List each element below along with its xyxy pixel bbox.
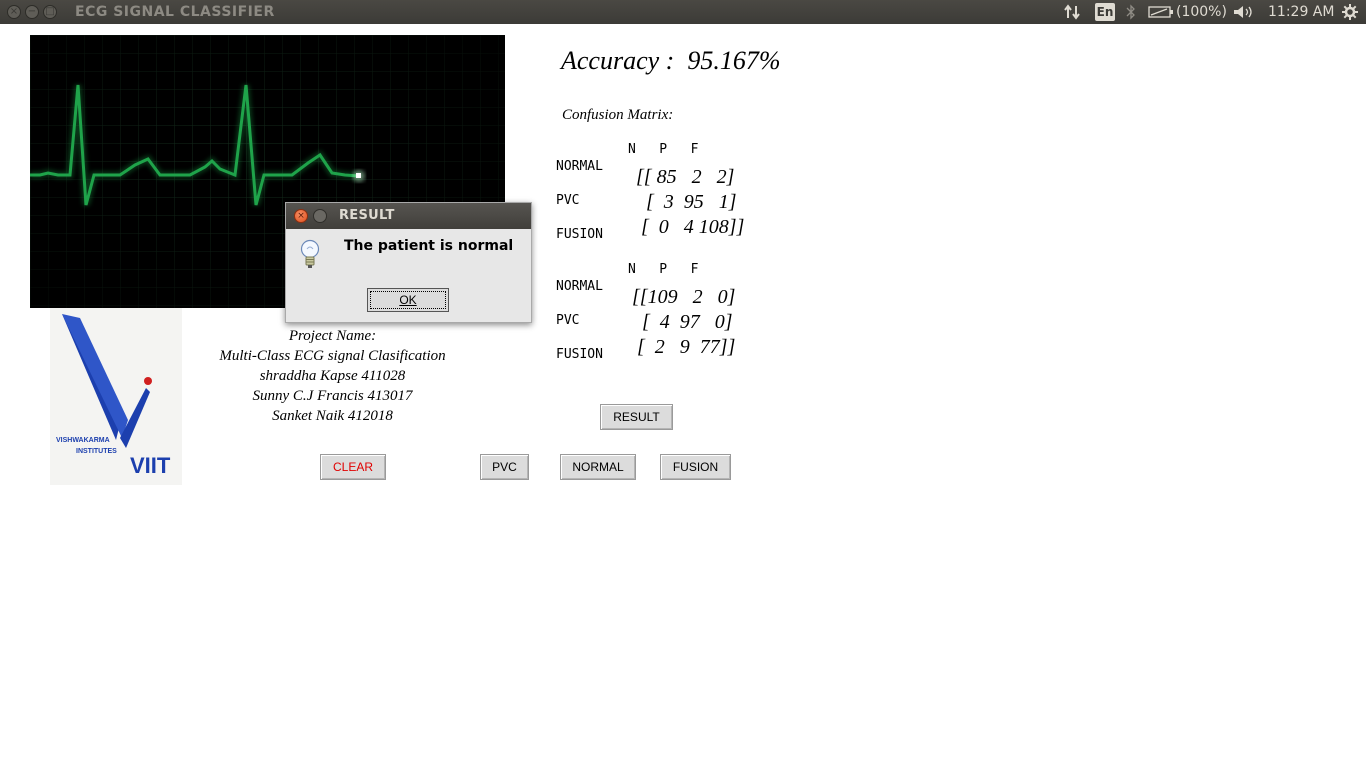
settings-gear-icon[interactable] — [1342, 4, 1358, 20]
matrix2-header: N P F — [628, 262, 699, 277]
member-1: shraddha Kapse 411028 — [259, 368, 406, 384]
matrix1-label-normal: NORMAL — [556, 159, 603, 174]
lightbulb-info-icon — [300, 239, 320, 268]
maximize-window-icon[interactable]: □ — [43, 5, 57, 19]
matrix2-row-3: [ 2 9 77]] — [632, 336, 736, 358]
confusion-matrix-title: Confusion Matrix: — [562, 107, 674, 123]
dialog-maximize-icon[interactable] — [313, 209, 327, 223]
matrix1-header: N P F — [628, 142, 699, 157]
matrix2-label-pvc: PVC — [556, 313, 580, 328]
network-icon[interactable] — [1064, 4, 1082, 20]
matrix1-row-2: [ 3 95 1] — [636, 191, 737, 213]
volume-icon[interactable] — [1233, 5, 1255, 19]
dialog-titlebar[interactable]: × RESULT — [286, 203, 531, 229]
clear-button[interactable]: CLEAR — [320, 454, 386, 480]
clock[interactable]: 11:29 AM — [1268, 4, 1334, 20]
top-panel: × − □ ECG SIGNAL CLASSIFIER En (100%) 11… — [0, 0, 1366, 24]
fusion-button[interactable]: FUSION — [660, 454, 731, 480]
matrix1-row-1: [[ 85 2 2] — [636, 166, 735, 188]
viit-logo: VISHWAKARMA INSTITUTES VIIT — [50, 308, 182, 485]
member-2: Sunny C.J Francis 413017 — [252, 388, 413, 404]
matrix2-label-fusion: FUSION — [556, 347, 603, 362]
pvc-button[interactable]: PVC — [480, 454, 529, 480]
battery-percent[interactable]: (100%) — [1176, 4, 1227, 20]
keyboard-layout-indicator[interactable]: En — [1095, 3, 1115, 21]
main-window: VISHWAKARMA INSTITUTES VIIT Project Name… — [0, 24, 1366, 768]
project-heading: Project Name: — [288, 328, 377, 344]
minimize-window-icon[interactable]: − — [25, 5, 39, 19]
matrix2-label-normal: NORMAL — [556, 279, 603, 294]
svg-text:VIIT: VIIT — [130, 453, 171, 478]
dialog-ok-button[interactable]: OK — [367, 288, 449, 312]
battery-icon[interactable] — [1148, 6, 1174, 18]
member-3: Sanket Naik 412018 — [272, 408, 393, 424]
svg-text:VISHWAKARMA: VISHWAKARMA — [56, 437, 110, 444]
project-info: Project Name: Multi-Class ECG signal Cla… — [190, 326, 475, 426]
svg-text:INSTITUTES: INSTITUTES — [76, 448, 117, 455]
matrix2-row-2: [ 4 97 0] — [632, 311, 733, 333]
result-dialog: × RESULT The patient is normal OK — [285, 202, 532, 323]
dialog-title: RESULT — [339, 208, 395, 223]
dialog-message: The patient is normal — [344, 238, 514, 254]
matrix1-label-pvc: PVC — [556, 193, 580, 208]
close-window-icon[interactable]: × — [7, 5, 21, 19]
project-name: Multi-Class ECG signal Clasification — [219, 348, 446, 364]
app-title: ECG SIGNAL CLASSIFIER — [75, 4, 275, 20]
bluetooth-icon[interactable] — [1126, 4, 1136, 20]
result-button[interactable]: RESULT — [600, 404, 673, 430]
normal-button[interactable]: NORMAL — [560, 454, 636, 480]
matrix1-row-3: [ 0 4 108]] — [636, 216, 745, 238]
accuracy-label: Accuracy : 95.167% — [561, 46, 781, 75]
matrix1-label-fusion: FUSION — [556, 227, 603, 242]
dialog-close-icon[interactable]: × — [294, 209, 308, 223]
matrix2-row-1: [[109 2 0] — [632, 286, 736, 308]
